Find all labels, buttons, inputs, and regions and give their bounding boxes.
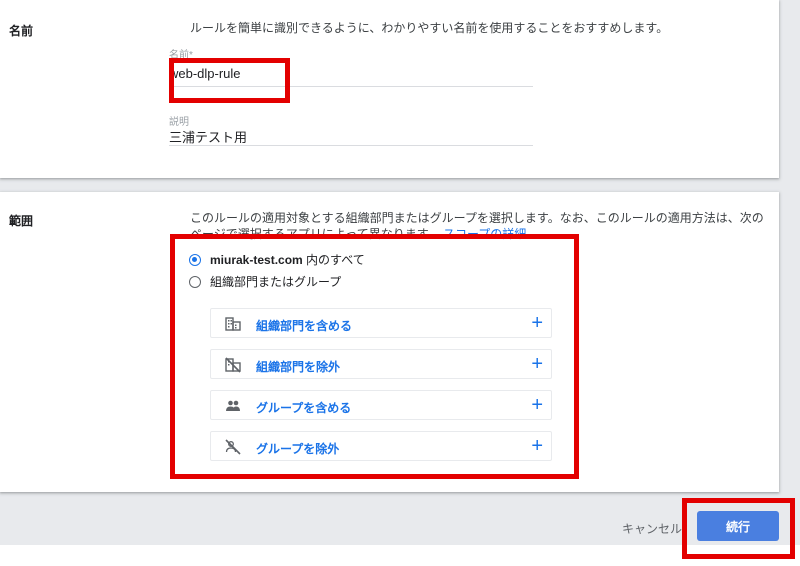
name-section-label: 名前 (9, 24, 34, 38)
exclude-group-label: グループを除外 (256, 442, 340, 456)
exclude-org-unit-label: 組織部門を除外 (256, 360, 341, 374)
scope-description-line2-text: ページで選択するアプリによって異なります。 (190, 227, 440, 241)
scope-section-description: このルールの適用対象とする組織部門またはグループを選択します。なお、このルールの… (190, 210, 764, 242)
description-input[interactable]: 三浦テスト用 (169, 127, 247, 146)
radio-all-domain[interactable]: miurak-test.com 内のすべて (189, 251, 365, 268)
description-input-underline (169, 145, 533, 146)
building-icon (225, 317, 241, 331)
add-icon[interactable]: + (531, 351, 543, 377)
description-field-label: 説明 (169, 117, 189, 128)
radio-all-domain-name: miurak-test.com (210, 253, 303, 267)
exclude-org-unit-row[interactable]: 組織部門を除外 + (210, 349, 552, 379)
name-input[interactable]: web-dlp-rule (169, 66, 241, 81)
include-org-unit-row[interactable]: 組織部門を含める + (210, 308, 552, 338)
scope-details-link[interactable]: スコープの詳細 (443, 227, 526, 241)
radio-ou-or-group[interactable]: 組織部門またはグループ (189, 273, 341, 290)
add-icon[interactable]: + (531, 392, 543, 418)
radio-ou-or-group-label: 組織部門またはグループ (210, 275, 342, 289)
continue-button[interactable]: 続行 (697, 511, 779, 541)
name-section-card: 名前 ルールを簡単に識別できるように、わかりやすい名前を使用することをおすすめし… (0, 0, 779, 178)
radio-checked-icon[interactable] (189, 253, 201, 266)
radio-all-domain-suffix: 内のすべて (302, 253, 365, 267)
include-org-unit-label: 組織部門を含める (256, 319, 353, 333)
radio-unchecked-icon[interactable] (189, 275, 201, 288)
building-off-icon (225, 357, 241, 373)
name-field-label: 名前* (169, 50, 193, 61)
add-icon[interactable]: + (531, 433, 543, 459)
cancel-button[interactable]: キャンセル (622, 520, 682, 537)
include-group-label: グループを含める (256, 401, 352, 415)
scope-section-label: 範囲 (9, 214, 34, 228)
scope-description-line2: ページで選択するアプリによって異なります。 スコープの詳細 (190, 226, 764, 242)
scope-section-card: 範囲 このルールの適用対象とする組織部門またはグループを選択します。なお、このル… (0, 192, 779, 492)
group-off-icon (225, 439, 241, 455)
include-group-row[interactable]: グループを含める + (210, 390, 552, 420)
name-input-underline (169, 86, 533, 87)
group-icon (226, 400, 240, 411)
add-icon[interactable]: + (531, 310, 543, 336)
scope-description-line1: このルールの適用対象とする組織部門またはグループを選択します。なお、このルールの… (190, 211, 764, 225)
name-section-description: ルールを簡単に識別できるように、わかりやすい名前を使用することをおすすめします。 (190, 21, 669, 35)
exclude-group-row[interactable]: グループを除外 + (210, 431, 552, 461)
